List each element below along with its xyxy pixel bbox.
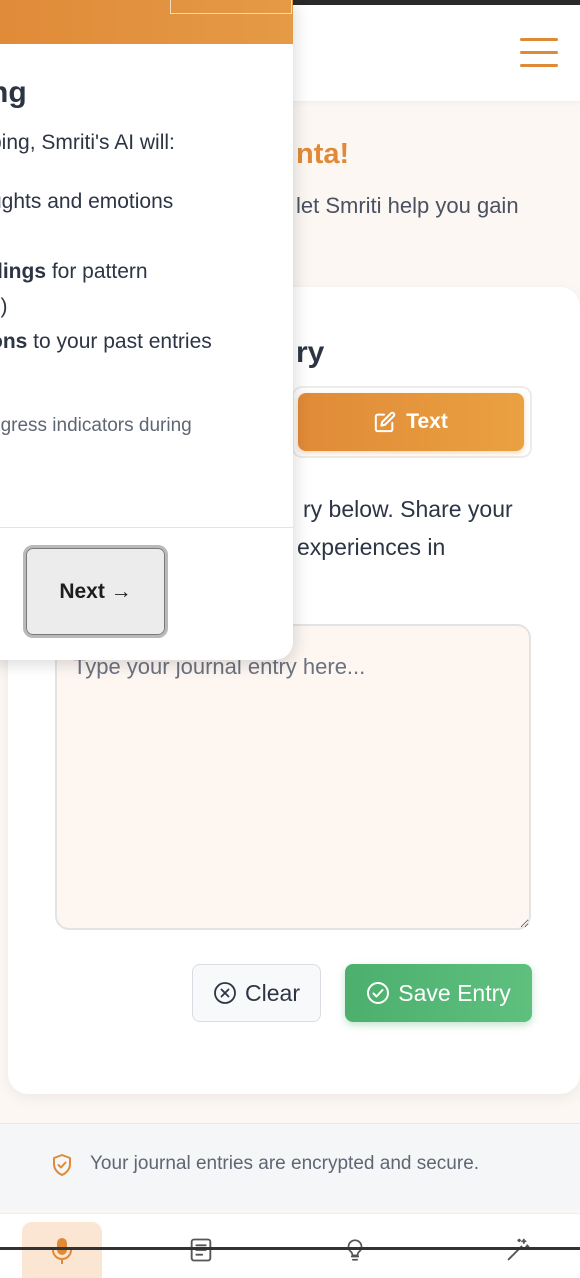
nav-entries[interactable] [161, 1222, 241, 1278]
popover-title: ng [0, 76, 27, 109]
save-entry-label: Save Entry [398, 979, 511, 1006]
magic-wand-icon [507, 1238, 530, 1261]
popover-line-4: s) [0, 295, 8, 318]
microphone-icon [52, 1238, 72, 1264]
popover-line-1: ping, Smriti's AI will: [0, 131, 175, 154]
journal-entry-textarea[interactable] [55, 624, 531, 930]
popover-divider [0, 527, 293, 528]
security-notice-text: Your journal entries are encrypted and s… [90, 1153, 480, 1174]
nav-record[interactable] [22, 1222, 102, 1278]
popover-line-3: dings for pattern [0, 260, 148, 284]
check-circle-icon [367, 982, 390, 1004]
shield-check-icon [53, 1154, 71, 1176]
text-mode-button[interactable]: Text [298, 393, 524, 451]
text-mode-label: Text [406, 410, 448, 433]
home-indicator-line [0, 1247, 580, 1250]
hamburger-menu-icon[interactable] [520, 38, 560, 68]
greeting-text: nta! [296, 138, 350, 170]
popover-line-5-rest: to your past entries [27, 330, 212, 353]
entry-card-title: ry [296, 336, 325, 369]
popover-header-outline [170, 0, 292, 14]
greeting-subtext: l let Smriti help you gain [285, 193, 519, 218]
edit-icon [375, 411, 396, 433]
popover-line-5-bold: ons [0, 330, 28, 353]
journal-app-screen: nta! l let Smriti help you gain ry Text … [0, 0, 580, 1278]
clear-circle-x-icon [214, 982, 236, 1004]
nav-magic[interactable] [478, 1222, 558, 1278]
onboarding-popover: ng ping, Smriti's AI will: ughts and emo… [0, 0, 293, 660]
save-entry-button[interactable]: Save Entry [345, 964, 532, 1022]
popover-header [0, 0, 293, 44]
popover-line-2: ughts and emotions [0, 190, 174, 213]
popover-note: ogress indicators during [0, 415, 192, 436]
clear-button[interactable]: Clear [192, 964, 321, 1022]
instructions-line-2: experiences in [297, 534, 446, 560]
nav-insights[interactable] [315, 1222, 395, 1278]
popover-line-3-rest: for pattern [46, 260, 148, 283]
popover-line-3-bold: dings [0, 260, 46, 283]
instructions-line-1: ry below. Share your [303, 496, 513, 522]
lightbulb-icon [347, 1239, 363, 1261]
popover-line-5: ons to your past entries [0, 330, 212, 354]
journal-list-icon [190, 1238, 212, 1262]
next-button[interactable]: Next → [23, 545, 168, 638]
clear-label: Clear [245, 979, 300, 1006]
